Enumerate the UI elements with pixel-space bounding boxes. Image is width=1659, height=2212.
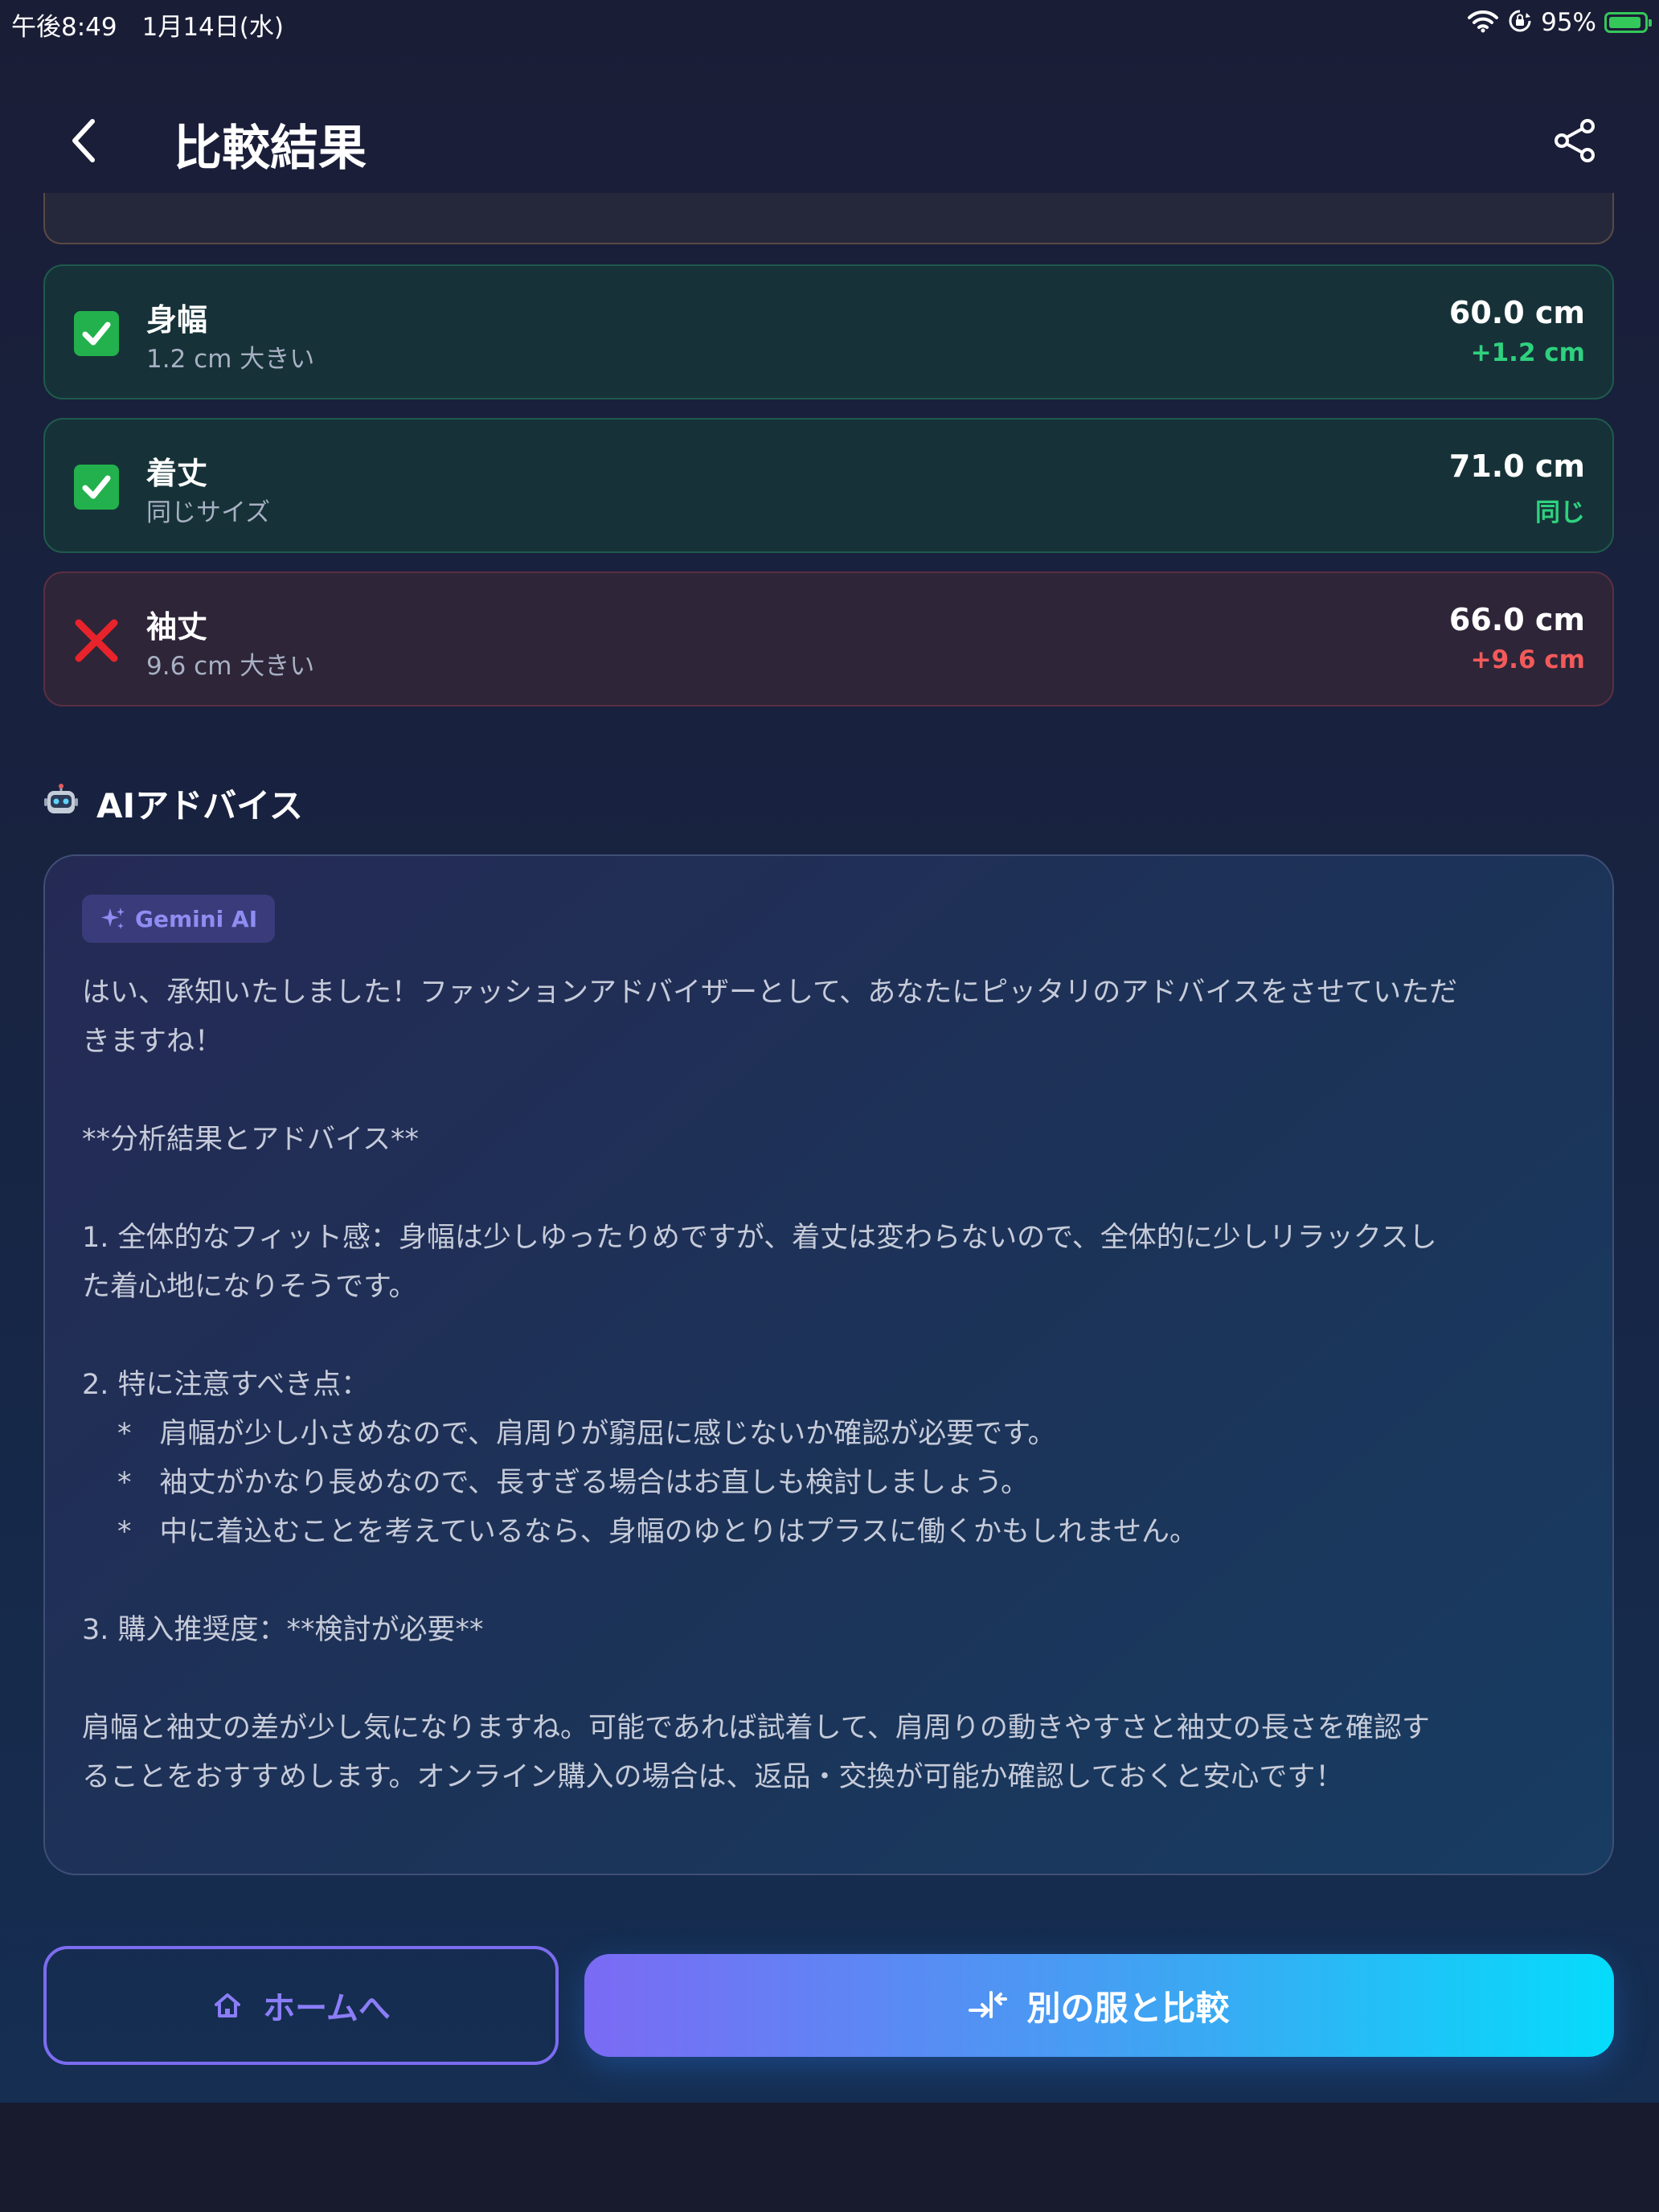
check-icon (74, 465, 119, 510)
compare-another-button[interactable]: 別の服と比較 (584, 1954, 1614, 2057)
measurement-description: 1.2 cm 大きい (146, 345, 315, 374)
measurement-card-shoulder-width: 身幅 1.2 cm 大きい 60.0 cm +1.2 cm (43, 264, 1614, 399)
measurement-name: 着丈 (146, 456, 208, 491)
battery-icon (1604, 12, 1652, 33)
ai-text-blank (82, 1165, 1609, 1214)
measurement-description: 9.6 cm 大きい (146, 652, 315, 681)
measurement-card-partial (43, 193, 1614, 244)
ai-text-line: **分析結果とアドバイス** (82, 1124, 419, 1156)
ai-text-line: 3. 購入推奨度：**検討が必要** (82, 1614, 484, 1646)
compare-arrows-icon (969, 1991, 1008, 2018)
home-button-label: ホームへ (263, 1990, 391, 2027)
measurement-value: 71.0 cm (1448, 449, 1585, 484)
compare-button-label: 別の服と比較 (1026, 1988, 1230, 2028)
share-button[interactable] (1538, 104, 1611, 177)
page-title: 比較結果 (174, 121, 367, 177)
ai-section-header: AIアドバイス (43, 781, 303, 825)
ai-text-blank (82, 1312, 1609, 1361)
ai-text-blank (82, 1655, 1609, 1704)
ai-text-line: ることをおすすめします。オンライン購入の場合は、返品・交換が可能か確認しておくと… (82, 1761, 1344, 1793)
home-icon (215, 1993, 241, 2017)
ai-text-line: 肩幅と袖丈の差が少し気になりますね。可能であれば試着して、肩周りの動きやすさと袖… (82, 1712, 1430, 1744)
back-button[interactable] (48, 104, 121, 177)
measurement-diff: +9.6 cm (1470, 645, 1585, 674)
ai-text-line: はい、承知いたしました！ファッションアドバイザーとして、あなたにピッタリのアドバ… (82, 977, 1458, 1009)
measurement-name: 袖丈 (146, 609, 208, 645)
ai-text-line: 2. 特に注意すべき点： (82, 1369, 370, 1401)
robot-icon (43, 784, 79, 822)
chevron-left-icon (72, 119, 95, 162)
status-time: 午後8:49 1月14日(水) (11, 13, 284, 42)
cross-icon (74, 618, 119, 663)
orientation-lock-icon (1507, 8, 1533, 37)
ai-text-blank (82, 1557, 1609, 1606)
status-bar: 午後8:49 1月14日(水) 95% (0, 0, 1659, 45)
battery-fill (1609, 17, 1641, 28)
status-right: 95% (1467, 6, 1652, 39)
ai-text-line: * 中に着込むことを考えているなら、身幅のゆとりはプラスに働くかもしれません。 (117, 1516, 1198, 1548)
app-screen: 午後8:49 1月14日(水) 95% 比較結果 身幅 1.2 cm 大きい 6… (0, 0, 1659, 2103)
wifi-icon (1467, 9, 1499, 36)
measurement-diff: +1.2 cm (1470, 338, 1585, 367)
top-bar: 比較結果 (0, 80, 1659, 201)
measurement-value: 66.0 cm (1448, 602, 1585, 637)
ai-text-line: * 袖丈がかなり長めなので、長すぎる場合はお直しも検討しましょう。 (117, 1467, 1030, 1499)
ai-text-line: 1. 全体的なフィット感：身幅は少しゆったりめですが、着丈は変わらないので、全体… (82, 1222, 1437, 1254)
measurement-value: 60.0 cm (1448, 295, 1585, 330)
ai-advice-text: はい、承知いたしました！ファッションアドバイザーとして、あなたにピッタリのアドバ… (82, 969, 1609, 1802)
measurement-diff: 同じ (1535, 498, 1585, 527)
measurement-name: 身幅 (146, 302, 208, 338)
ai-advice-card: Gemini AI はい、承知いたしました！ファッションアドバイザーとして、あな… (43, 854, 1614, 1875)
ai-text-line: た着心地になりそうです。 (82, 1271, 417, 1303)
measurement-card-length: 着丈 同じサイズ 71.0 cm 同じ (43, 418, 1614, 553)
gemini-badge-label: Gemini AI (135, 905, 258, 932)
measurement-card-sleeve: 袖丈 9.6 cm 大きい 66.0 cm +9.6 cm (43, 571, 1614, 707)
share-icon (1555, 119, 1595, 162)
check-icon (74, 311, 119, 356)
ai-section-title: AIアドバイス (96, 785, 303, 825)
measurement-description: 同じサイズ (146, 498, 271, 527)
battery-percent: 95% (1541, 8, 1596, 37)
ai-text-blank (82, 1067, 1609, 1116)
ai-text-line: * 肩幅が少し小さめなので、肩周りが窮屈に感じないか確認が必要です。 (117, 1418, 1056, 1450)
sparkle-icon (101, 907, 125, 929)
home-button[interactable]: ホームへ (43, 1946, 559, 2065)
gemini-badge: Gemini AI (82, 895, 276, 943)
ai-text-line: きますね！ (82, 1026, 223, 1058)
